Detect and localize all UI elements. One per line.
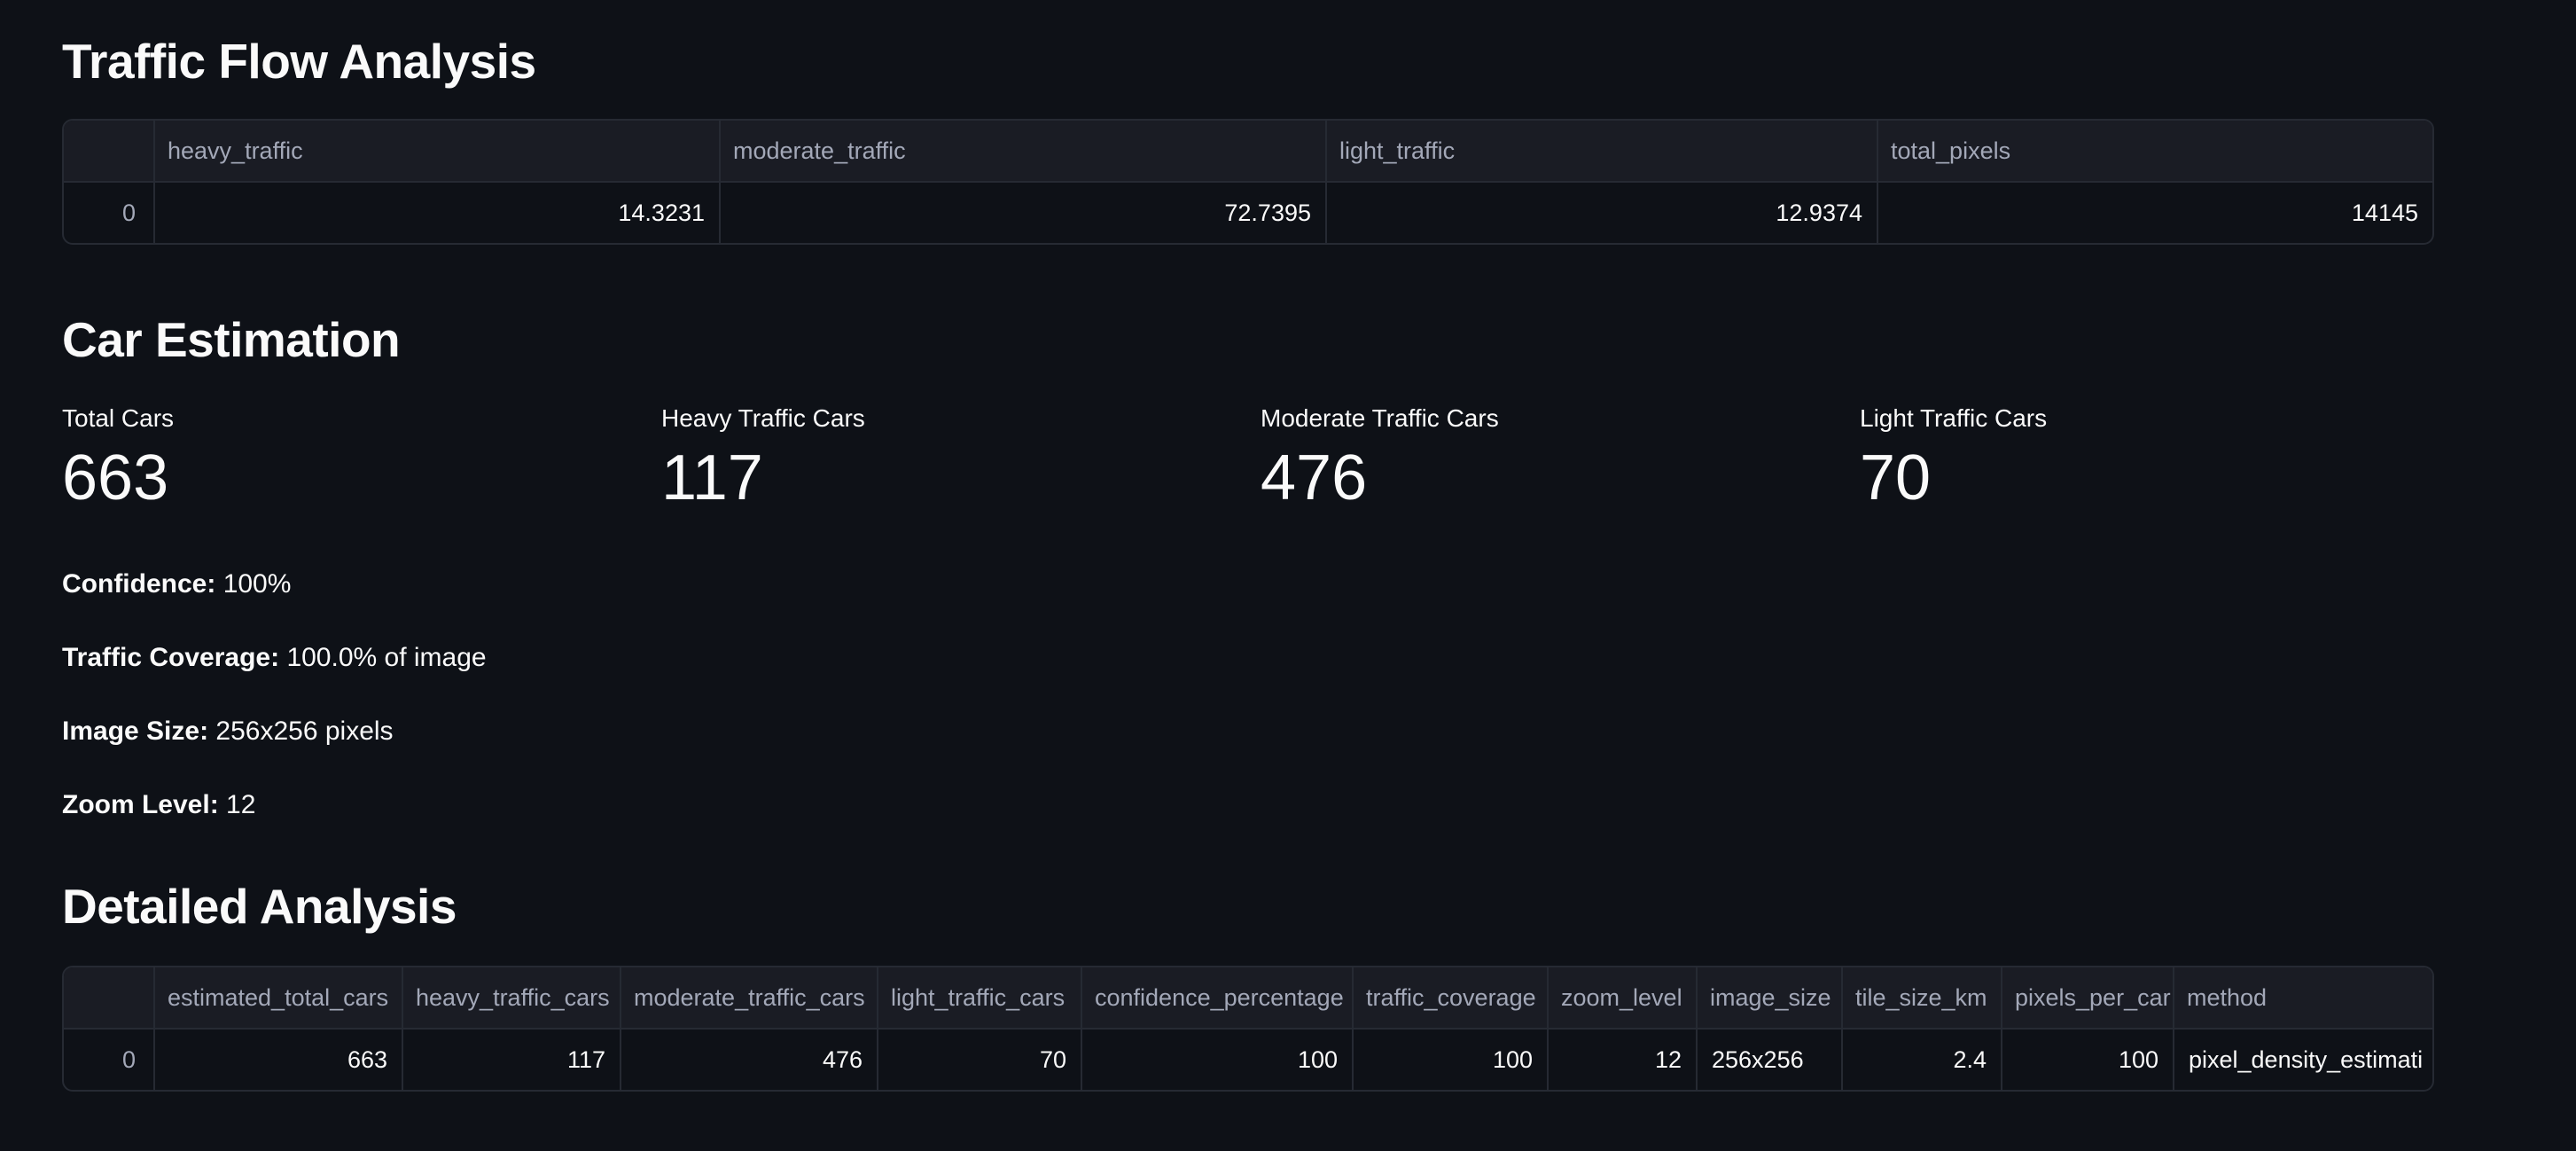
metric-heavy-traffic-cars: Heavy Traffic Cars 117 bbox=[661, 403, 865, 510]
table-cell[interactable]: 100 bbox=[1353, 1029, 1549, 1090]
table-cell[interactable]: 72.7395 bbox=[720, 182, 1327, 243]
info-label: Image Size: bbox=[62, 716, 209, 746]
detailed-analysis-heading: Detailed Analysis bbox=[62, 879, 457, 934]
table-cell[interactable]: 70 bbox=[878, 1029, 1082, 1090]
metric-value: 476 bbox=[1261, 442, 1368, 513]
table-cell[interactable]: 256x256 bbox=[1697, 1029, 1843, 1090]
table-cell[interactable]: 2.4 bbox=[1842, 1029, 2002, 1090]
column-header[interactable]: light_traffic bbox=[1326, 121, 1878, 183]
column-header[interactable]: confidence_percentage bbox=[1081, 967, 1354, 1030]
info-value: 100.0% of image bbox=[286, 643, 487, 672]
column-header[interactable]: pixels_per_car bbox=[2002, 967, 2174, 1030]
table-cell[interactable]: 14145 bbox=[1877, 182, 2432, 243]
column-header[interactable]: traffic_coverage bbox=[1353, 967, 1549, 1030]
confidence-info: Confidence: 100% bbox=[62, 571, 291, 598]
column-header[interactable]: moderate_traffic bbox=[720, 121, 1327, 183]
traffic-flow-dataframe[interactable]: heavy_traffic moderate_traffic light_tra… bbox=[62, 119, 2434, 245]
metric-light-traffic-cars: Light Traffic Cars 70 bbox=[1860, 403, 2047, 510]
car-estimation-heading: Car Estimation bbox=[62, 312, 401, 367]
info-value: 100% bbox=[222, 569, 292, 599]
column-header[interactable]: zoom_level bbox=[1548, 967, 1698, 1030]
metric-value: 117 bbox=[661, 442, 763, 513]
metric-label: Light Traffic Cars bbox=[1860, 404, 2048, 432]
table-cell[interactable]: 117 bbox=[402, 1029, 621, 1090]
table-cell[interactable]: 663 bbox=[154, 1029, 403, 1090]
detailed-analysis-dataframe[interactable]: estimated_total_cars heavy_traffic_cars … bbox=[62, 966, 2434, 1092]
column-header[interactable]: heavy_traffic bbox=[154, 121, 721, 183]
table-cell[interactable]: 12 bbox=[1548, 1029, 1698, 1090]
info-label: Zoom Level: bbox=[62, 790, 219, 819]
metric-label: Moderate Traffic Cars bbox=[1261, 404, 1499, 432]
metric-moderate-traffic-cars: Moderate Traffic Cars 476 bbox=[1261, 403, 1499, 510]
metric-value: 663 bbox=[62, 442, 169, 513]
row-index[interactable]: 0 bbox=[64, 1029, 155, 1090]
index-header[interactable] bbox=[64, 967, 155, 1030]
table-row: 0 663 117 476 70 100 100 12 256x256 2.4 … bbox=[64, 1029, 2432, 1090]
column-header[interactable]: estimated_total_cars bbox=[154, 967, 403, 1030]
metric-label: Heavy Traffic Cars bbox=[661, 404, 865, 432]
info-label: Confidence: bbox=[62, 569, 216, 599]
traffic-flow-heading: Traffic Flow Analysis bbox=[62, 34, 536, 89]
table-cell[interactable]: 476 bbox=[621, 1029, 878, 1090]
column-header[interactable]: method bbox=[2174, 967, 2432, 1030]
index-header[interactable] bbox=[64, 121, 155, 183]
table-cell[interactable]: 100 bbox=[1081, 1029, 1354, 1090]
row-index[interactable]: 0 bbox=[64, 182, 155, 243]
image-size-info: Image Size: 256x256 pixels bbox=[62, 718, 394, 745]
table-cell[interactable]: pixel_density_estimati bbox=[2174, 1029, 2432, 1090]
table-header-row: heavy_traffic moderate_traffic light_tra… bbox=[64, 121, 2432, 183]
metric-total-cars: Total Cars 663 bbox=[62, 403, 174, 510]
zoom-level-info: Zoom Level: 12 bbox=[62, 792, 255, 818]
column-header[interactable]: total_pixels bbox=[1877, 121, 2432, 183]
table-cell[interactable]: 14.3231 bbox=[154, 182, 721, 243]
table-header-row: estimated_total_cars heavy_traffic_cars … bbox=[64, 967, 2432, 1030]
column-header[interactable]: light_traffic_cars bbox=[878, 967, 1082, 1030]
column-header[interactable]: moderate_traffic_cars bbox=[621, 967, 878, 1030]
metric-label: Total Cars bbox=[62, 404, 175, 432]
info-value: 256x256 pixels bbox=[215, 716, 394, 746]
info-label: Traffic Coverage: bbox=[62, 643, 280, 672]
info-value: 12 bbox=[226, 790, 256, 819]
table-cell[interactable]: 12.9374 bbox=[1326, 182, 1878, 243]
table-row: 0 14.3231 72.7395 12.9374 14145 bbox=[64, 182, 2432, 243]
metric-value: 70 bbox=[1860, 442, 1932, 513]
traffic-coverage-info: Traffic Coverage: 100.0% of image bbox=[62, 645, 487, 671]
column-header[interactable]: image_size bbox=[1697, 967, 1843, 1030]
table-cell[interactable]: 100 bbox=[2002, 1029, 2174, 1090]
column-header[interactable]: tile_size_km bbox=[1842, 967, 2002, 1030]
column-header[interactable]: heavy_traffic_cars bbox=[402, 967, 621, 1030]
